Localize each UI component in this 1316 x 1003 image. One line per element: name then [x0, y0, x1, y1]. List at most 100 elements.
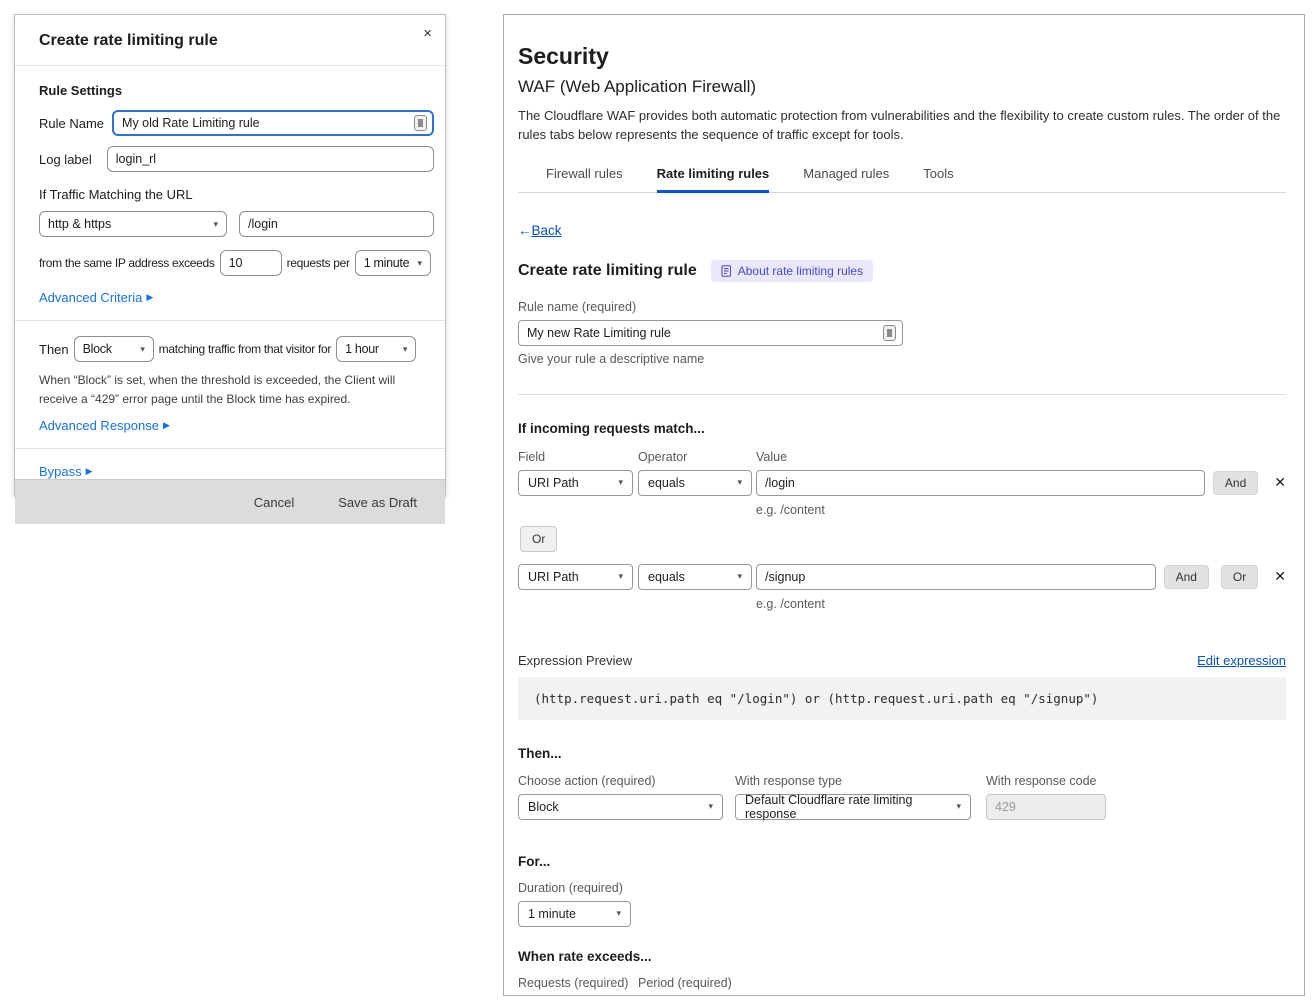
- action-select[interactable]: Block ▾: [74, 336, 154, 362]
- remove-condition-icon[interactable]: ✕: [1274, 474, 1286, 491]
- dialog-body: Rule Settings Rule Name Log label If Tra…: [15, 66, 445, 479]
- autofill-icon[interactable]: [883, 325, 896, 341]
- divider: [518, 394, 1286, 395]
- then-label: Then: [39, 342, 69, 357]
- create-rate-limit-dialog: Create rate limiting rule × Rule Setting…: [14, 14, 446, 497]
- response-type-select[interactable]: Default Cloudflare rate limiting respons…: [735, 794, 971, 820]
- log-label-label: Log label: [39, 152, 92, 167]
- scheme-select-value: http & https: [48, 217, 111, 231]
- chevron-down-icon: ▾: [403, 344, 407, 355]
- tab-firewall-rules[interactable]: Firewall rules: [546, 166, 623, 193]
- field-select[interactable]: URI Path ▾: [518, 564, 633, 590]
- response-type-value: Default Cloudflare rate limiting respons…: [745, 793, 950, 821]
- rule-name-input[interactable]: [518, 320, 903, 346]
- response-code-label: With response code: [986, 774, 1106, 788]
- chevron-down-icon: ▾: [956, 801, 961, 812]
- tab-tools[interactable]: Tools: [923, 166, 953, 193]
- rate-section-heading: When rate exceeds...: [518, 949, 1286, 964]
- then-section-heading: Then...: [518, 746, 1286, 761]
- dialog-title: Create rate limiting rule: [39, 32, 218, 49]
- choose-action-label: Choose action (required): [518, 774, 723, 788]
- requests-label: Requests (required): [518, 976, 621, 990]
- disclosure-arrow-icon: ▶: [86, 466, 93, 477]
- rule-settings-heading: Rule Settings: [39, 83, 434, 98]
- disclosure-arrow-icon: ▶: [163, 420, 170, 431]
- waf-description: The Cloudflare WAF provides both automat…: [518, 107, 1286, 145]
- operator-select[interactable]: equals ▾: [638, 564, 752, 590]
- operator-select-value: equals: [648, 476, 685, 490]
- security-waf-panel: Security WAF (Web Application Firewall) …: [503, 14, 1305, 996]
- save-as-draft-button[interactable]: Save as Draft: [338, 495, 417, 510]
- rules-tabs: Firewall rules Rate limiting rules Manag…: [518, 166, 1286, 193]
- period-select-value: 1 minute: [364, 256, 410, 270]
- requests-threshold-input[interactable]: [220, 250, 282, 276]
- about-rate-limiting-badge[interactable]: About rate limiting rules: [711, 260, 873, 282]
- chevron-down-icon: ▾: [708, 801, 713, 812]
- field-select-value: URI Path: [528, 570, 579, 584]
- value-input[interactable]: [756, 470, 1205, 496]
- period-select[interactable]: 1 minute ▾: [355, 250, 431, 276]
- expression-preview-label: Expression Preview: [518, 653, 632, 668]
- tab-rate-limiting-rules[interactable]: Rate limiting rules: [657, 166, 770, 193]
- chevron-down-icon: ▾: [418, 258, 422, 269]
- chevron-down-icon: ▾: [213, 219, 218, 230]
- block-duration-value: 1 hour: [345, 342, 379, 356]
- bypass-link[interactable]: Bypass ▶: [39, 464, 93, 479]
- and-condition-button[interactable]: And: [1213, 471, 1258, 495]
- divider: [15, 320, 445, 321]
- condition-row: URI Path ▾ equals ▾ And Or ✕: [518, 564, 1286, 590]
- expression-preview-code: (http.request.uri.path eq "/login") or (…: [518, 677, 1286, 720]
- create-rule-heading: Create rate limiting rule: [518, 262, 697, 280]
- log-label-input[interactable]: [107, 146, 434, 172]
- duration-label: Duration (required): [518, 881, 1286, 895]
- operator-select-value: equals: [648, 570, 685, 584]
- advanced-criteria-link[interactable]: Advanced Criteria ▶: [39, 290, 153, 305]
- condition-row: URI Path ▾ equals ▾ And ✕: [518, 470, 1286, 496]
- rule-name-input[interactable]: [112, 110, 434, 136]
- response-type-label: With response type: [735, 774, 971, 788]
- url-input[interactable]: [239, 211, 434, 237]
- action-select[interactable]: Block ▾: [518, 794, 723, 820]
- field-select-value: URI Path: [528, 476, 579, 490]
- advanced-response-label: Advanced Response: [39, 418, 159, 433]
- back-link[interactable]: ←Back: [518, 223, 562, 238]
- action-select-value: Block: [528, 800, 559, 814]
- block-help-text: When “Block” is set, when the threshold …: [39, 371, 419, 408]
- chevron-down-icon: ▾: [140, 344, 144, 355]
- tab-managed-rules[interactable]: Managed rules: [803, 166, 889, 193]
- block-duration-select[interactable]: 1 hour ▾: [336, 336, 416, 362]
- rule-name-label: Rule Name: [39, 116, 104, 131]
- close-icon[interactable]: ×: [423, 26, 432, 41]
- for-section-heading: For...: [518, 854, 1286, 869]
- about-badge-label: About rate limiting rules: [738, 264, 863, 278]
- operator-select[interactable]: equals ▾: [638, 470, 752, 496]
- duration-select[interactable]: 1 minute ▾: [518, 901, 631, 927]
- value-hint: e.g. /content: [756, 503, 1286, 517]
- autofill-icon[interactable]: [414, 115, 427, 131]
- back-label: Back: [532, 223, 562, 238]
- or-connector-button[interactable]: Or: [520, 526, 557, 552]
- rule-name-help: Give your rule a descriptive name: [518, 352, 1286, 366]
- requests-per-text: requests per: [287, 256, 350, 270]
- field-column-label: Field: [518, 450, 638, 464]
- scheme-select[interactable]: http & https ▾: [39, 211, 227, 237]
- bypass-label: Bypass: [39, 464, 82, 479]
- rule-name-label: Rule name (required): [518, 300, 1286, 314]
- response-code-input: [986, 794, 1106, 820]
- document-icon: [721, 265, 732, 277]
- back-arrow-icon: ←: [518, 223, 532, 238]
- cancel-button[interactable]: Cancel: [254, 495, 294, 510]
- waf-subtitle: WAF (Web Application Firewall): [518, 77, 1286, 97]
- chevron-down-icon: ▾: [616, 908, 621, 919]
- page-title: Security: [518, 43, 1286, 70]
- and-condition-button[interactable]: And: [1164, 565, 1209, 589]
- edit-expression-link[interactable]: Edit expression: [1197, 653, 1286, 668]
- period-label: Period (required): [638, 976, 738, 990]
- field-select[interactable]: URI Path ▾: [518, 470, 633, 496]
- chevron-down-icon: ▾: [618, 571, 623, 582]
- remove-condition-icon[interactable]: ✕: [1274, 568, 1286, 585]
- or-condition-button[interactable]: Or: [1221, 565, 1258, 589]
- value-input[interactable]: [756, 564, 1156, 590]
- chevron-down-icon: ▾: [737, 571, 742, 582]
- advanced-response-link[interactable]: Advanced Response ▶: [39, 418, 170, 433]
